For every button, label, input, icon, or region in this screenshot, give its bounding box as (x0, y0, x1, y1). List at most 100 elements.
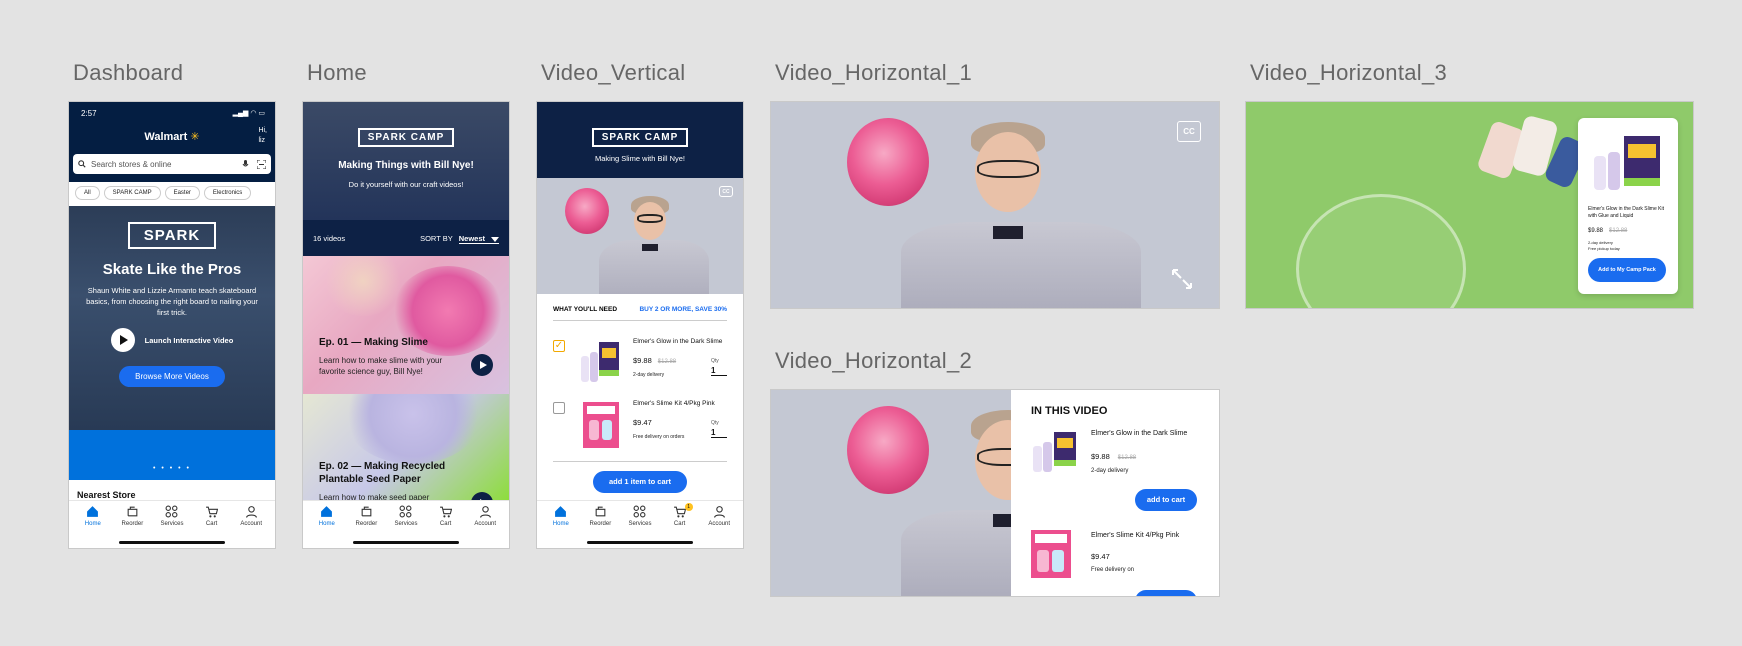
glasses (977, 160, 1039, 178)
home-icon (555, 506, 567, 517)
panel-heading: IN THIS VIDEO (1031, 405, 1108, 417)
scan-icon[interactable] (257, 159, 266, 169)
add-to-cart-button[interactable]: add to cart (1135, 489, 1197, 511)
carousel-band: • • • • • (69, 430, 275, 480)
tab-home[interactable]: Home (543, 505, 579, 548)
quantity-select[interactable]: Qty 1 (711, 420, 727, 438)
home-icon (87, 506, 99, 517)
product-checkbox[interactable]: ✓ (553, 340, 565, 352)
fullscreen-icon[interactable] (1169, 266, 1195, 292)
tab-account[interactable]: Account (701, 505, 737, 548)
product-shipping: 2-day delivery (1091, 468, 1129, 474)
launch-video-button[interactable]: Launch Interactive Video (69, 328, 275, 352)
slime-image (847, 118, 929, 206)
carousel-dots[interactable]: • • • • • (69, 465, 275, 472)
episode-title: Ep. 02 — Making Recycled Plantable Seed … (319, 461, 446, 485)
video-vertical-header: SPARK CAMP Making Slime with Bill Nye! (537, 102, 743, 178)
cart-icon (440, 506, 453, 518)
seed-paper-image (343, 394, 483, 464)
spark-camp-logo: SPARK CAMP (357, 128, 455, 147)
closed-captions-icon[interactable]: CC (719, 186, 733, 197)
sort-bar: 16 videos SORT BY Newest (303, 220, 509, 256)
product-price: $9.47 (1091, 552, 1110, 561)
search-icon (78, 160, 86, 168)
product-name[interactable]: Elmer's Slime Kit 4/Pkg Pink (1091, 532, 1179, 539)
chip-spark-camp[interactable]: SPARK CAMP (103, 186, 161, 200)
dashboard-screen: 2:57 ▂▄▆ ◠ ▭ Walmart ✳ Hi, liz Search sto… (68, 101, 276, 549)
episode-text: Ep. 02 — Making Recycled Plantable Seed … (319, 460, 479, 502)
slime-image (847, 406, 929, 494)
episode-card[interactable]: Ep. 01 — Making Slime Learn how to make … (303, 256, 509, 394)
services-icon (166, 505, 178, 518)
tab-home[interactable]: Home (309, 505, 345, 548)
sort-dropdown[interactable]: Newest (458, 233, 499, 244)
product-checkbox[interactable] (553, 402, 565, 414)
what-you-need-header: WHAT YOU'LL NEED BUY 2 OR MORE, SAVE 30% (553, 306, 727, 313)
spark-logo: SPARK (127, 222, 217, 249)
frame-label-video-vertical: Video_Vertical (541, 60, 686, 85)
tab-account[interactable]: Account (233, 505, 269, 548)
closed-captions-icon[interactable]: CC (1177, 121, 1201, 142)
product-name[interactable]: Elmer's Glow in the Dark Slime (1091, 430, 1187, 437)
video-horizontal-3-player[interactable]: Elmer's Glow in the Dark Slime Kit with … (1245, 101, 1694, 309)
product-name[interactable]: Elmer's Slime Kit 4/Pkg Pink (633, 400, 715, 407)
episode-text: Ep. 01 — Making Slime Learn how to make … (319, 336, 469, 377)
divider (553, 320, 727, 321)
add-to-camp-pack-button[interactable]: Add to My Camp Pack (1588, 258, 1666, 282)
greeting[interactable]: Hi, liz (258, 126, 267, 146)
product-price: $9.88 $12.88 (633, 356, 677, 365)
slime-image (565, 188, 609, 234)
home-indicator (587, 541, 693, 544)
hero-banner: SPARK Skate Like the Pros Shaun White an… (69, 206, 275, 430)
popup-shipping: 2-day delivery (1588, 240, 1613, 245)
search-bar[interactable]: Search stores & online (73, 154, 271, 174)
product-image (1031, 530, 1071, 578)
product-image (581, 342, 619, 382)
walmart-logo: Walmart ✳ (144, 131, 200, 143)
add-to-cart-button[interactable] (1135, 590, 1197, 596)
microphone-icon[interactable] (242, 159, 249, 169)
popup-product-name[interactable]: Elmer's Glow in the Dark Slime Kit with … (1588, 206, 1670, 220)
product-item: Elmer's Slime Kit 4/Pkg Pink $9.47 Free … (553, 400, 727, 456)
dashboard-header: 2:57 ▂▄▆ ◠ ▭ Walmart ✳ Hi, liz Search sto… (69, 102, 275, 182)
bow-tie (993, 226, 1023, 239)
episode-description: Learn how to make slime with your favori… (319, 356, 443, 376)
promo-link[interactable]: BUY 2 OR MORE, SAVE 30% (639, 306, 727, 313)
product-shipping: Free delivery on (1091, 567, 1135, 573)
chip-electronics[interactable]: Electronics (203, 186, 252, 200)
tab-home[interactable]: Home (75, 505, 111, 548)
chip-easter[interactable]: Easter (164, 186, 200, 200)
frame-label-dashboard: Dashboard (73, 60, 184, 85)
frame-label-video-horizontal-3: Video_Horizontal_3 (1250, 60, 1448, 85)
popup-pickup: Free pickup today (1588, 246, 1620, 251)
home-header: SPARK CAMP Making Things with Bill Nye! … (303, 102, 509, 220)
search-input[interactable]: Search stores & online (91, 160, 242, 169)
hero-title: Skate Like the Pros (102, 261, 242, 278)
sort-control[interactable]: SORT BY Newest (420, 233, 499, 244)
spark-icon: ✳ (190, 131, 200, 143)
account-icon (713, 506, 725, 518)
home-icon (321, 506, 333, 517)
tab-account[interactable]: Account (467, 505, 503, 548)
add-to-cart-button[interactable]: add 1 item to cart (593, 471, 687, 493)
home-subtitle: Do it yourself with our craft videos! (348, 180, 464, 189)
spark-camp-logo: SPARK CAMP (591, 128, 689, 147)
play-icon[interactable] (471, 354, 493, 376)
chip-all[interactable]: All (75, 186, 100, 200)
video-horizontal-2-player[interactable]: IN THIS VIDEO Elmer's Glow in the Dark S… (770, 389, 1220, 597)
home-screen: SPARK CAMP Making Things with Bill Nye! … (302, 101, 510, 549)
play-icon (110, 328, 135, 352)
episode-card[interactable]: Ep. 02 — Making Recycled Plantable Seed … (303, 394, 509, 502)
video-horizontal-1-player[interactable]: CC (770, 101, 1220, 309)
video-player[interactable]: CC (537, 178, 743, 294)
hero-description: Shaun White and Lizzie Armanto teach ska… (86, 286, 258, 317)
glasses (637, 214, 663, 223)
quantity-select[interactable]: Qty 1 (711, 358, 727, 376)
browse-more-videos-button[interactable]: Browse More Videos (119, 366, 225, 387)
home-title: Making Things with Bill Nye! (338, 160, 474, 171)
product-item: ✓ Elmer's Glow in the Dark Slime $9.88 $1… (553, 338, 727, 394)
product-name[interactable]: Elmer's Glow in the Dark Slime (633, 338, 722, 345)
account-icon (245, 506, 257, 518)
category-chips: All SPARK CAMP Easter Electronics (75, 182, 275, 204)
bow-tie (642, 244, 658, 251)
